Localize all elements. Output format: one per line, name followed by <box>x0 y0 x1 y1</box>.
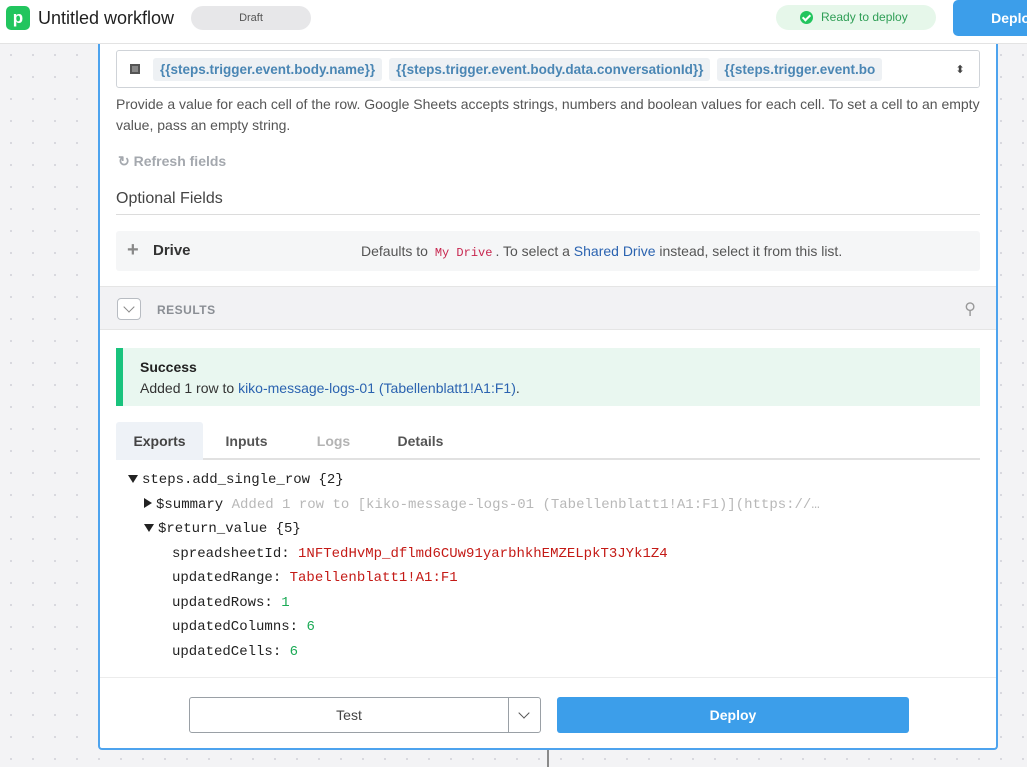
results-header: RESULTS ⚲ <box>100 286 996 330</box>
sheet-link[interactable]: kiko-message-logs-01 (Tabellenblatt1!A1:… <box>238 380 516 396</box>
tab-logs[interactable]: Logs <box>290 422 377 460</box>
tab-inputs[interactable]: Inputs <box>203 422 290 460</box>
drive-optional-field[interactable]: + Drive Defaults to My Drive. To select … <box>116 231 980 271</box>
caret-down-icon[interactable] <box>144 524 154 532</box>
drive-help-text: Defaults to My Drive. To select a Shared… <box>361 243 843 260</box>
collapse-results-toggle[interactable] <box>117 298 141 320</box>
success-alert: Success Added 1 row to kiko-message-logs… <box>116 348 980 406</box>
deploy-button[interactable]: Deploy <box>557 697 909 733</box>
ready-to-deploy-badge: Ready to deploy <box>776 5 936 30</box>
row-token-list: {{steps.trigger.event.body.name}} {{steps… <box>153 58 889 81</box>
row-help-text: Provide a value for each cell of the row… <box>116 96 980 133</box>
step-card: {{steps.trigger.event.body.name}} {{steps… <box>98 44 998 750</box>
tree-return-node[interactable]: $return_value {5} <box>144 518 301 540</box>
row-values-input[interactable]: {{steps.trigger.event.body.name}} {{steps… <box>116 50 980 88</box>
refresh-fields-button[interactable]: ↻ Refresh fields <box>118 153 226 170</box>
check-circle-icon <box>800 11 813 24</box>
field-value: 6 <box>306 619 315 635</box>
success-message: Added 1 row to kiko-message-logs-01 (Tab… <box>140 380 520 396</box>
field-value: 1NFTedHvMp_dflmd6CUw91yarbhkhEMZELpkT3JY… <box>298 546 668 562</box>
my-drive-code: My Drive <box>434 246 493 260</box>
tree-root-node[interactable]: steps.add_single_row {2} <box>128 469 344 491</box>
tree-field-row[interactable]: updatedRange: Tabellenblatt1!A1:F1 <box>172 567 458 589</box>
tree-summary-node[interactable]: $summary Added 1 row to [kiko-message-lo… <box>144 494 820 516</box>
row-token[interactable]: {{steps.trigger.event.body.name}} <box>153 58 383 81</box>
tree-field-row[interactable]: updatedRows: 1 <box>172 592 290 614</box>
tab-exports[interactable]: Exports <box>116 422 203 460</box>
success-title: Success <box>140 359 197 375</box>
results-tabs: Exports Inputs Logs Details <box>116 422 980 460</box>
summary-preview: Added 1 row to [kiko-message-logs-01 (Ta… <box>231 497 820 513</box>
refresh-icon: ↻ <box>118 153 130 169</box>
plus-icon[interactable]: + <box>127 239 139 262</box>
footer-divider <box>100 677 996 678</box>
row-token[interactable]: {{steps.trigger.event.bo <box>717 58 883 81</box>
array-mode-icon[interactable] <box>130 64 140 74</box>
pipedream-logo-icon[interactable]: p <box>6 6 30 30</box>
tree-field-row[interactable]: spreadsheetId: 1NFTedHvMp_dflmd6CUw91yar… <box>172 543 668 565</box>
tree-field-row[interactable]: updatedCells: 6 <box>172 641 298 663</box>
field-value: Tabellenblatt1!A1:F1 <box>289 570 458 586</box>
test-button[interactable]: Test <box>189 697 509 733</box>
results-label: RESULTS <box>157 303 216 317</box>
test-options-dropdown[interactable] <box>508 697 541 733</box>
top-bar: p Untitled workflow Draft Ready to deplo… <box>0 0 1027 44</box>
field-value: 1 <box>281 595 290 611</box>
row-token[interactable]: {{steps.trigger.event.body.data.conversa… <box>389 58 711 81</box>
drive-label[interactable]: Drive <box>153 242 191 259</box>
sort-arrows-icon[interactable]: ⬍ <box>941 51 979 87</box>
tree-field-row[interactable]: updatedColumns: 6 <box>172 616 315 638</box>
pin-icon[interactable]: ⚲ <box>964 299 976 319</box>
shared-drive-link[interactable]: Shared Drive <box>574 243 656 259</box>
caret-right-icon[interactable] <box>144 498 152 508</box>
optional-fields-heading: Optional Fields <box>116 190 223 207</box>
ready-label: Ready to deploy <box>821 10 908 24</box>
tab-details[interactable]: Details <box>377 422 464 460</box>
refresh-fields-label: Refresh fields <box>133 153 227 169</box>
draft-status-badge: Draft <box>191 6 311 30</box>
optional-fields-divider <box>116 214 980 215</box>
step-connector-line <box>547 748 549 767</box>
caret-down-icon[interactable] <box>128 475 138 483</box>
workflow-title[interactable]: Untitled workflow <box>38 8 174 29</box>
field-value: 6 <box>289 644 299 660</box>
deploy-header-button[interactable]: Deploy <box>953 0 1027 36</box>
